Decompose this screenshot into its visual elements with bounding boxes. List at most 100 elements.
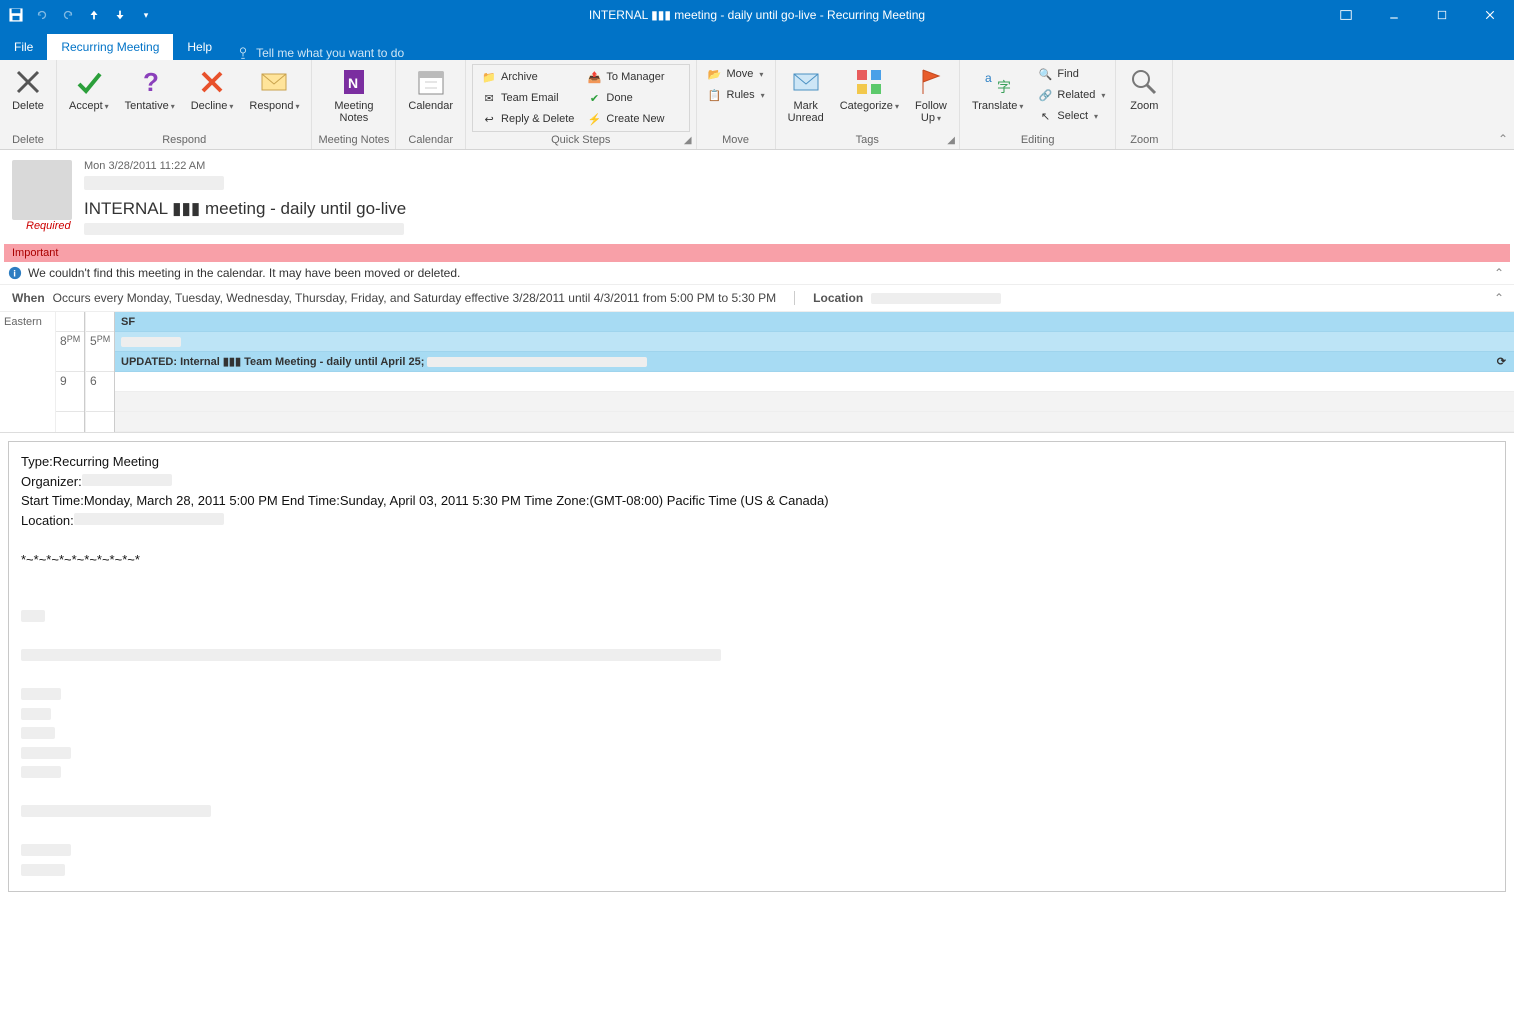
svg-text:N: N <box>348 75 358 91</box>
tell-me[interactable]: Tell me what you want to do <box>226 46 414 60</box>
envelope-icon: ✉ <box>481 90 497 106</box>
calendar-slot[interactable] <box>115 372 1514 392</box>
svg-text:?: ? <box>143 67 159 97</box>
group-zoom-label: Zoom <box>1122 132 1166 149</box>
select-button[interactable]: ↖Select <box>1033 106 1109 126</box>
body-location-value <box>74 513 224 525</box>
zoom-button[interactable]: Zoom <box>1122 64 1166 114</box>
respond-icon <box>258 66 290 98</box>
info-bar: i We couldn't find this meeting in the c… <box>0 262 1514 284</box>
undo-icon[interactable] <box>30 3 54 27</box>
move-button[interactable]: 📂Move <box>703 64 769 84</box>
group-respond-label: Respond <box>63 132 305 149</box>
tentative-button[interactable]: ?Tentative <box>119 64 181 114</box>
qs-create-new[interactable]: ⚡Create New <box>582 109 668 129</box>
message-from <box>84 176 1502 195</box>
delete-button[interactable]: Delete <box>6 64 50 114</box>
hour-column-1: 8PM 9 <box>55 312 85 432</box>
collapse-ribbon-icon[interactable]: ⌃ <box>1498 132 1508 146</box>
lightning-icon: ⚡ <box>586 111 602 127</box>
recipients-line <box>84 223 1502 238</box>
window-controls <box>1326 1 1510 29</box>
message-subject: INTERNAL ▮▮▮ meeting - daily until go-li… <box>84 199 1502 219</box>
delete-icon <box>12 66 44 98</box>
question-icon: ? <box>134 66 166 98</box>
check-icon: ✔ <box>586 90 602 106</box>
qs-launcher-icon[interactable]: ◢ <box>684 135 692 146</box>
group-calendar-label: Calendar <box>402 132 459 149</box>
location-value <box>871 293 1001 304</box>
flag-icon <box>915 66 947 98</box>
tags-launcher-icon[interactable]: ◢ <box>947 135 955 146</box>
qs-to-manager[interactable]: 📤To Manager <box>582 67 668 87</box>
body-organizer-label: Organizer: <box>21 474 82 489</box>
required-label: Required <box>12 220 72 232</box>
accept-button[interactable]: Accept <box>63 64 115 114</box>
customize-qat-icon[interactable]: ▾ <box>134 3 158 27</box>
categories-icon <box>853 66 885 98</box>
ribbon-tabs: File Recurring Meeting Help Tell me what… <box>0 30 1514 60</box>
maximize-button[interactable] <box>1422 1 1462 29</box>
onenote-icon: N <box>338 66 370 98</box>
mark-unread-button[interactable]: Mark Unread <box>782 64 830 126</box>
follow-up-button[interactable]: Follow Up <box>909 64 953 126</box>
tab-file[interactable]: File <box>0 34 47 60</box>
message-date: Mon 3/28/2011 11:22 AM <box>84 160 1502 172</box>
tab-help[interactable]: Help <box>173 34 226 60</box>
info-text: We couldn't find this meeting in the cal… <box>28 266 460 280</box>
search-icon: 🔍 <box>1037 66 1053 82</box>
related-icon: 🔗 <box>1037 87 1053 103</box>
help-icon[interactable] <box>1326 1 1366 29</box>
collapse-when-icon[interactable]: ⌃ <box>1494 291 1504 305</box>
collapse-info-icon[interactable]: ⌃ <box>1494 266 1504 280</box>
calendar-event[interactable]: UPDATED: Internal ▮▮▮ Team Meeting - dai… <box>115 352 1514 372</box>
calendar-event[interactable] <box>115 332 1514 352</box>
close-button[interactable] <box>1470 1 1510 29</box>
message-header: Required Mon 3/28/2011 11:22 AM INTERNAL… <box>0 150 1514 240</box>
recurring-icon: ⟳ <box>1497 355 1506 368</box>
find-button[interactable]: 🔍Find <box>1033 64 1109 84</box>
group-move-label: Move <box>703 132 769 149</box>
save-icon[interactable] <box>4 3 28 27</box>
tab-recurring-meeting[interactable]: Recurring Meeting <box>47 34 173 60</box>
decline-button[interactable]: Decline <box>185 64 240 114</box>
qs-reply-delete[interactable]: ↩Reply & Delete <box>477 109 578 129</box>
svg-text:i: i <box>13 269 16 280</box>
timezone-label: Eastern <box>4 316 42 328</box>
qs-archive[interactable]: 📁Archive <box>477 67 578 87</box>
window-title: INTERNAL ▮▮▮ meeting - daily until go-li… <box>589 8 925 22</box>
group-editing-label: Editing <box>966 132 1109 149</box>
up-arrow-icon[interactable] <box>82 3 106 27</box>
calendar-icon <box>415 66 447 98</box>
zoom-icon <box>1128 66 1160 98</box>
qs-done[interactable]: ✔Done <box>582 88 668 108</box>
when-text: Occurs every Monday, Tuesday, Wednesday,… <box>53 291 777 305</box>
meeting-notes-button[interactable]: NMeeting Notes <box>328 64 379 126</box>
down-arrow-icon[interactable] <box>108 3 132 27</box>
categorize-button[interactable]: Categorize <box>834 64 905 114</box>
hour-column-2: 5PM 6 <box>85 312 115 432</box>
group-notes-label: Meeting Notes <box>318 132 389 149</box>
calendar-event[interactable]: SF <box>115 312 1514 332</box>
qs-team-email[interactable]: ✉Team Email <box>477 88 578 108</box>
check-icon <box>73 66 105 98</box>
redo-icon[interactable] <box>56 3 80 27</box>
move-icon: 📂 <box>707 66 723 82</box>
calendar-slot[interactable] <box>115 392 1514 412</box>
rules-button[interactable]: 📋Rules <box>703 85 769 105</box>
minimize-button[interactable] <box>1374 1 1414 29</box>
related-button[interactable]: 🔗Related <box>1033 85 1109 105</box>
translate-button[interactable]: a字Translate <box>966 64 1029 114</box>
body-divider: *~*~*~*~*~*~*~*~*~* <box>21 550 1493 570</box>
translate-icon: a字 <box>982 66 1014 98</box>
group-qs-label: Quick Steps <box>472 132 689 149</box>
when-bar: When Occurs every Monday, Tuesday, Wedne… <box>0 284 1514 312</box>
group-tags-label: Tags <box>782 132 953 149</box>
calendar-button[interactable]: Calendar <box>402 64 459 114</box>
calendar-slot[interactable] <box>115 412 1514 432</box>
tell-me-label: Tell me what you want to do <box>256 46 404 60</box>
message-body[interactable]: Type:Recurring Meeting Organizer: Start … <box>8 441 1506 892</box>
when-label: When <box>12 291 45 305</box>
info-icon: i <box>8 266 22 280</box>
respond-button[interactable]: Respond <box>243 64 305 114</box>
